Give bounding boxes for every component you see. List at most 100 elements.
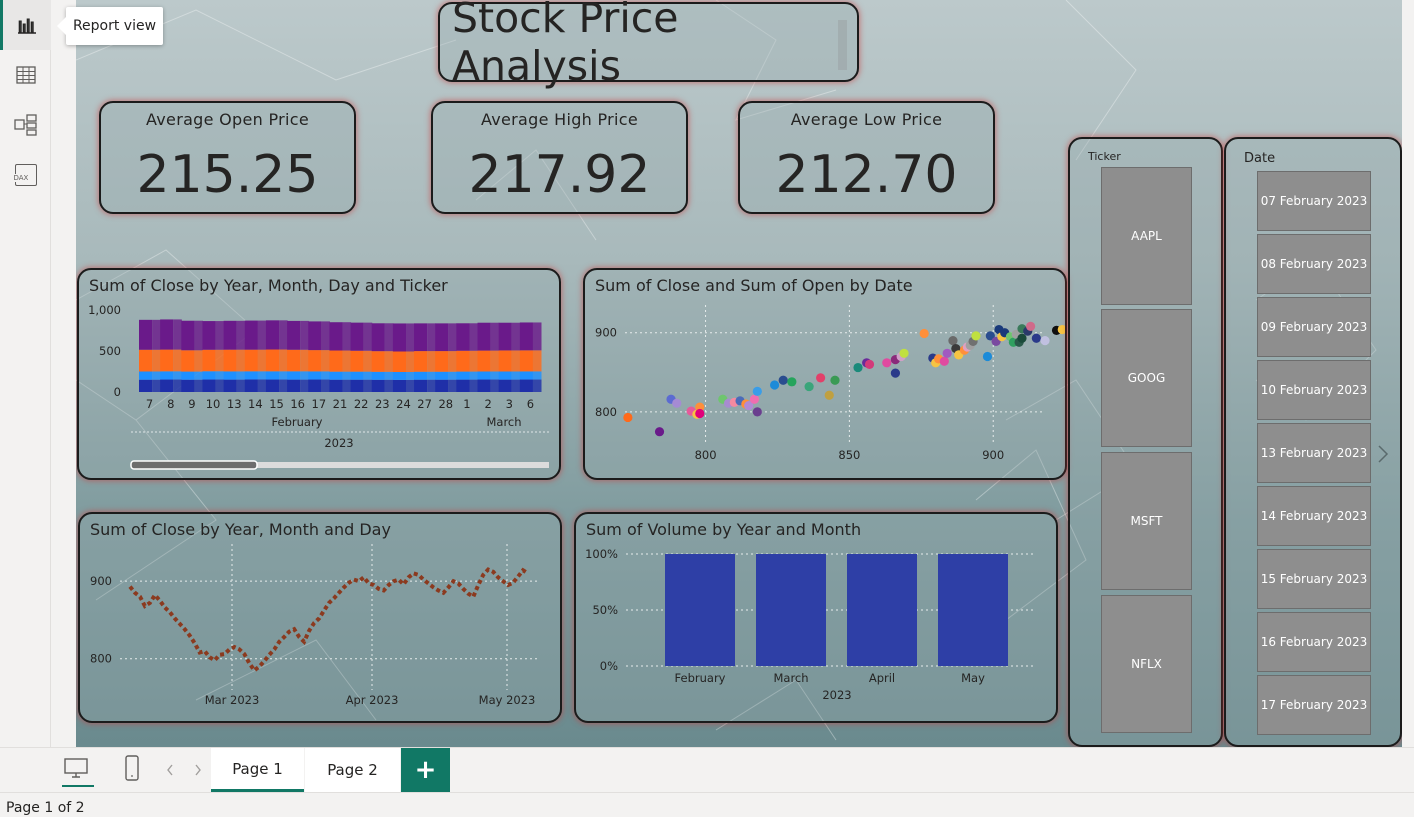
- ticker-tile-msft[interactable]: MSFT: [1101, 452, 1192, 590]
- bar-segment: [490, 379, 500, 392]
- bar-segment: [469, 371, 479, 380]
- bar-segment: [456, 323, 470, 351]
- date-tile[interactable]: 13 February 2023: [1257, 423, 1371, 483]
- x-tick-label: February: [675, 671, 726, 685]
- bar-segment: [363, 379, 373, 392]
- report-view-tooltip: Report view: [57, 7, 163, 45]
- scatter-point: [1026, 321, 1036, 331]
- dax-label: DAX: [13, 174, 29, 182]
- kpi-average-low[interactable]: Average Low Price 212.70: [738, 101, 995, 214]
- kpi-label: Average Low Price: [790, 110, 943, 129]
- volume-by-month-chart[interactable]: Sum of Volume by Year and Month 100% 50% 0…: [574, 512, 1058, 723]
- bar-segment: [435, 323, 449, 352]
- scatter-point: [623, 412, 633, 423]
- date-tile[interactable]: 07 February 2023: [1257, 171, 1371, 231]
- y-tick-label: 800: [90, 652, 112, 666]
- x-tick-label: 17: [312, 397, 327, 411]
- x-tick-label: April: [869, 671, 895, 685]
- close-open-scatter-chart[interactable]: Sum of Close and Sum of Open by Date 800…: [583, 268, 1067, 480]
- date-tile[interactable]: 10 February 2023: [1257, 360, 1371, 420]
- close-by-day-line-chart[interactable]: Sum of Close by Year, Month and Day 800 9…: [78, 512, 562, 723]
- x-tick-label: 8: [167, 397, 174, 411]
- date-tile[interactable]: 17 February 2023: [1257, 675, 1371, 735]
- date-tile[interactable]: 09 February 2023: [1257, 297, 1371, 357]
- date-tile[interactable]: 14 February 2023: [1257, 486, 1371, 546]
- bar-segment: [406, 323, 415, 352]
- bar-segment: [244, 371, 258, 380]
- bar-segment: [498, 379, 512, 392]
- scatter-point: [919, 328, 929, 339]
- add-page-button[interactable]: +: [401, 748, 450, 792]
- table-view-icon: [15, 66, 36, 84]
- bar-segment: [173, 371, 182, 380]
- bar-segment: [300, 349, 309, 372]
- ticker-slicer[interactable]: Ticker AAPL GOOG MSFT NFLX: [1068, 137, 1223, 747]
- ticker-tile-aapl[interactable]: AAPL: [1101, 167, 1192, 305]
- bar-segment: [152, 379, 161, 392]
- bar-segment: [215, 349, 225, 372]
- bar-segment: [371, 379, 385, 392]
- bar-segment: [194, 350, 203, 372]
- kpi-value: 215.25: [136, 145, 319, 205]
- bar-segment: [519, 371, 533, 380]
- desktop-layout-button[interactable]: [62, 755, 94, 787]
- bar-segment: [236, 371, 246, 380]
- bar-segment: [406, 351, 415, 372]
- scatter-point: [672, 398, 682, 408]
- kpi-average-open[interactable]: Average Open Price 215.25: [99, 101, 356, 214]
- tab-page-1[interactable]: Page 1: [211, 748, 304, 792]
- bar-segment: [384, 371, 394, 380]
- report-canvas: Stock Price Analysis Average Open Price …: [76, 0, 1402, 747]
- ticker-tile-goog[interactable]: GOOG: [1101, 309, 1192, 447]
- dax-query-view-button[interactable]: DAX: [0, 150, 51, 200]
- report-title-box[interactable]: Stock Price Analysis: [438, 0, 859, 90]
- bar-segment: [406, 371, 415, 380]
- kpi-average-high[interactable]: Average High Price 217.92: [431, 101, 688, 214]
- bar-segment: [532, 350, 542, 372]
- report-view-button[interactable]: [0, 0, 51, 50]
- date-slicer[interactable]: Date 07 February 2023 08 February 2023 0…: [1224, 137, 1402, 747]
- model-view-button[interactable]: [0, 100, 51, 150]
- bar-segment: [511, 322, 521, 351]
- close-by-ticker-chart[interactable]: Sum of Close by Year, Month, Day and Tic…: [77, 268, 561, 480]
- bar-segment: [477, 350, 491, 372]
- date-tile[interactable]: 15 February 2023: [1257, 549, 1371, 609]
- scatter-point: [864, 359, 875, 369]
- date-tile[interactable]: 08 February 2023: [1257, 234, 1371, 294]
- ticker-tile-nflx[interactable]: NFLX: [1101, 595, 1192, 733]
- bar-segment: [532, 322, 542, 351]
- bar-segment: [427, 351, 436, 372]
- x-tick-label: 27: [417, 397, 432, 411]
- bar-segment: [236, 379, 246, 392]
- close-line: [128, 567, 530, 674]
- bar-segment: [223, 371, 237, 380]
- bar-segment: [427, 323, 436, 352]
- chevron-right-icon[interactable]: [1376, 444, 1390, 464]
- bar-segment: [392, 371, 407, 380]
- x-tick-label: 9: [188, 397, 195, 411]
- tab-page-2[interactable]: Page 2: [305, 748, 400, 792]
- bar-segment: [435, 371, 449, 380]
- bar-segment: [532, 371, 542, 380]
- chevron-left-icon[interactable]: [165, 763, 175, 777]
- kpi-value: 212.70: [775, 145, 958, 205]
- table-view-button[interactable]: [0, 50, 51, 100]
- bar-segment: [139, 379, 153, 392]
- bar-segment: [202, 321, 216, 350]
- bar-segment: [308, 350, 322, 372]
- chevron-right-icon[interactable]: [193, 763, 203, 777]
- y-tick-label: 50%: [592, 603, 618, 617]
- mobile-layout-button[interactable]: [121, 754, 145, 786]
- bar-segment: [279, 371, 288, 380]
- report-view-icon: [18, 18, 36, 34]
- scatter-point: [1040, 336, 1050, 346]
- bar-segment: [448, 379, 457, 392]
- volume-bar: [665, 554, 735, 666]
- bar-segment: [202, 349, 216, 372]
- title-scrollbar[interactable]: [838, 20, 847, 70]
- x-tick-label: March: [773, 671, 808, 685]
- bar-segment: [384, 351, 394, 372]
- bar-segment: [329, 350, 343, 372]
- date-tile[interactable]: 16 February 2023: [1257, 612, 1371, 672]
- bar-segment: [223, 379, 237, 392]
